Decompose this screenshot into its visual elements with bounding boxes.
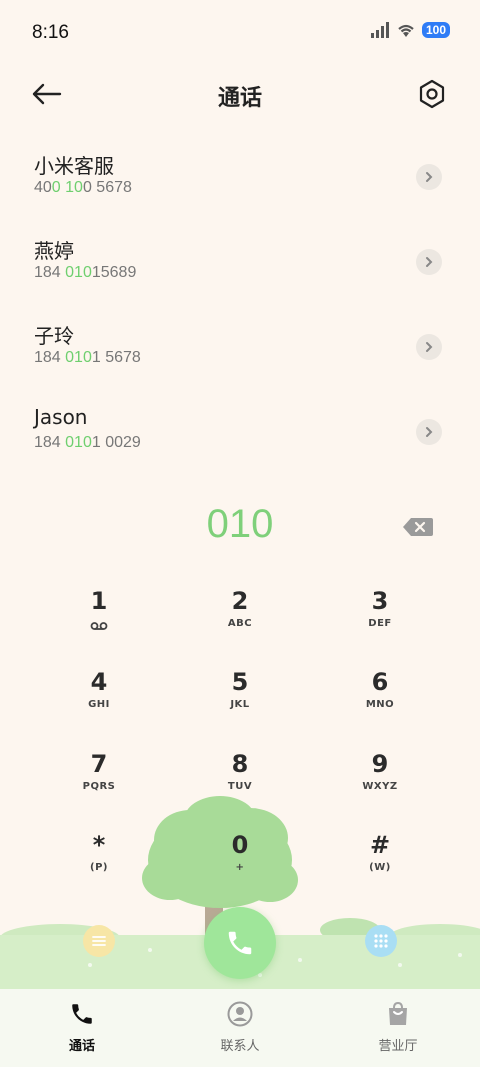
key-letters: PQRS — [82, 781, 116, 792]
menu-icon — [92, 936, 106, 946]
matched-digits: 010 — [65, 264, 92, 281]
contact-details-button[interactable] — [416, 164, 442, 190]
dialpad-icon — [374, 934, 388, 948]
status-bar: 8:16 100 — [0, 0, 480, 66]
contact-name: Jason — [34, 405, 88, 429]
key-5[interactable]: 5 JKL — [180, 667, 300, 737]
keypad-toggle-button[interactable] — [365, 925, 397, 957]
key-digit: 4 — [90, 668, 108, 696]
key-digit: 5 — [231, 668, 249, 696]
page-title: 通话 — [217, 86, 262, 111]
key-7[interactable]: 7 PQRS — [39, 749, 159, 819]
key-digit: 6 — [371, 668, 389, 696]
key-letters: TUV — [227, 781, 253, 792]
battery-indicator: 100 — [421, 22, 450, 38]
matched-digits: 010 — [65, 434, 92, 451]
wifi-icon — [398, 24, 414, 37]
contact-name: 子玲 — [34, 324, 74, 348]
settings-button[interactable] — [416, 78, 448, 110]
call-button[interactable] — [204, 907, 276, 979]
key-digit: 0 — [231, 831, 249, 859]
number-text: 184 — [34, 264, 66, 281]
contact-result-row[interactable]: Jason 184 0101 0029 — [0, 388, 480, 473]
phone-icon — [72, 1004, 92, 1024]
key-letters: ABC — [227, 618, 253, 629]
key-1[interactable]: 1 — [39, 586, 159, 656]
status-time: 8:16 — [32, 22, 69, 43]
contact-number: 184 01015689 — [34, 264, 136, 282]
contact-details-button[interactable] — [416, 419, 442, 445]
contact-name: 燕婷 — [34, 239, 74, 263]
key-digit: * — [92, 831, 106, 859]
contact-number: 400 100 5678 — [34, 179, 132, 197]
key-letters: MNO — [365, 699, 395, 710]
key-letters: (P) — [90, 862, 108, 873]
contact-details-button[interactable] — [416, 249, 442, 275]
contact-name: 小米客服 — [34, 154, 114, 178]
key-letters: + — [235, 862, 245, 873]
key-4[interactable]: 4 GHI — [39, 667, 159, 737]
nav-label: 营业厅 — [378, 1039, 418, 1054]
key-digit: 1 — [90, 587, 108, 615]
nav-tab-contacts[interactable]: 联系人 — [180, 1001, 300, 1054]
hexagon-settings-icon — [419, 79, 445, 109]
key-letters: (W) — [369, 862, 391, 873]
backspace-icon — [403, 518, 433, 536]
status-icons: 100 — [370, 22, 450, 38]
bottom-navigation: 通话 联系人 营业厅 — [0, 989, 480, 1067]
matched-digits: 010 — [65, 349, 92, 366]
key-digit: # — [369, 831, 391, 859]
signal-icon — [370, 22, 389, 38]
key-0[interactable]: 0 + — [180, 830, 300, 900]
number-text: 1 0029 — [91, 434, 141, 451]
chevron-right-icon — [426, 342, 433, 352]
number-text: 184 — [34, 349, 66, 366]
key-digit: 9 — [371, 750, 389, 778]
menu-button[interactable] — [83, 925, 115, 957]
key-letters: JKL — [230, 699, 250, 710]
number-text: 1 5678 — [91, 349, 141, 366]
key-3[interactable]: 3 DEF — [320, 586, 440, 656]
phone-icon — [228, 931, 252, 955]
voicemail-icon — [90, 622, 108, 630]
nav-label: 通话 — [68, 1039, 95, 1054]
key-6[interactable]: 6 MNO — [320, 667, 440, 737]
number-text: 40 — [34, 179, 52, 196]
key-digit: 2 — [231, 587, 249, 615]
chevron-right-icon — [426, 257, 433, 267]
key-9[interactable]: 9 WXYZ — [320, 749, 440, 819]
matched-digits: 10 — [65, 179, 83, 196]
contact-result-row[interactable]: 子玲 184 0101 5678 — [0, 303, 480, 388]
chevron-right-icon — [426, 427, 433, 437]
key-8[interactable]: 8 TUV — [180, 749, 300, 819]
contact-results-list: 小米客服 400 100 5678 燕婷 184 01015689 子玲 184… — [0, 133, 480, 473]
nav-tab-calls[interactable]: 通话 — [22, 1001, 142, 1054]
key-letters: GHI — [88, 699, 110, 710]
key-star[interactable]: * (P) — [39, 830, 159, 900]
key-digit: 3 — [371, 587, 389, 615]
key-2[interactable]: 2 ABC — [180, 586, 300, 656]
contact-result-row[interactable]: 燕婷 184 01015689 — [0, 218, 480, 303]
backspace-button[interactable] — [402, 516, 434, 538]
number-text: 15689 — [91, 264, 137, 281]
contact-details-button[interactable] — [416, 334, 442, 360]
key-letters: WXYZ — [362, 781, 398, 792]
nav-tab-hall[interactable]: 营业厅 — [338, 1001, 458, 1054]
contact-result-row[interactable]: 小米客服 400 100 5678 — [0, 133, 480, 218]
nav-label: 联系人 — [220, 1039, 260, 1054]
header: 通话 — [0, 66, 480, 122]
key-digit: 7 — [90, 750, 108, 778]
contact-number: 184 0101 5678 — [34, 349, 141, 367]
person-icon — [227, 1001, 253, 1027]
shopping-bag-icon — [389, 1001, 407, 1025]
key-digit: 8 — [231, 750, 249, 778]
key-letters: DEF — [368, 618, 392, 629]
number-text: 184 — [34, 434, 66, 451]
number-text: 0 5678 — [82, 179, 132, 196]
matched-digits: 0 — [51, 179, 61, 196]
contact-number: 184 0101 0029 — [34, 434, 141, 452]
chevron-right-icon — [426, 172, 433, 182]
key-hash[interactable]: # (W) — [320, 830, 440, 900]
